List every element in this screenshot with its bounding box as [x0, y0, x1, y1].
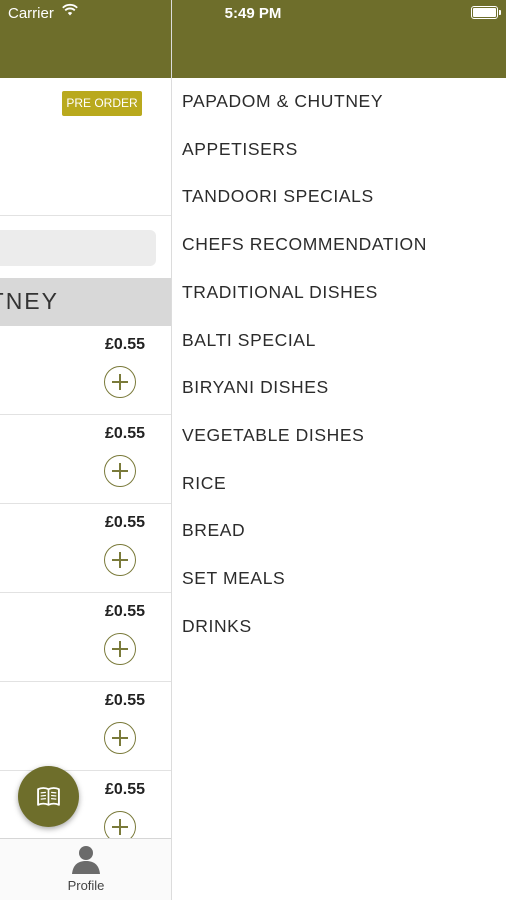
category-title: PAPADOM & CHUTNEY	[0, 288, 59, 314]
tab-bar: Profile	[0, 838, 171, 900]
drawer-item-vegetable-dishes[interactable]: VEGETABLE DISHES	[182, 423, 364, 447]
drawer-item-set-meals[interactable]: SET MEALS	[182, 566, 285, 590]
drawer-item-tandoori-specials[interactable]: TANDOORI SPECIALS	[182, 184, 374, 208]
section-divider	[0, 215, 171, 216]
tab-profile-label: Profile	[67, 878, 105, 893]
pre-order-badge[interactable]: PRE ORDER	[62, 91, 142, 116]
menu-item-row: £0.55	[0, 682, 171, 771]
drawer-item-drinks[interactable]: DRINKS	[182, 614, 252, 638]
drawer-item-bread[interactable]: BREAD	[182, 518, 245, 542]
drawer-item-balti-special[interactable]: BALTI SPECIAL	[182, 328, 316, 352]
drawer-item-rice[interactable]: RICE	[182, 471, 226, 495]
drawer-item-biryani-dishes[interactable]: BIRYANI DISHES	[182, 375, 329, 399]
menu-item-row: £0.55	[0, 415, 171, 504]
search-input[interactable]	[0, 230, 156, 266]
person-icon	[72, 846, 100, 874]
item-price: £0.55	[104, 692, 145, 709]
status-bar: Carrier 5:49 PM	[0, 0, 506, 26]
battery-icon	[471, 6, 501, 19]
add-circle-icon[interactable]	[104, 455, 136, 487]
menu-item-row: £0.55	[0, 593, 171, 682]
header-bar: Carrier 5:49 PM	[0, 0, 506, 78]
drawer-item-appetisers[interactable]: APPETISERS	[182, 137, 298, 161]
drawer-item-traditional-dishes[interactable]: TRADITIONAL DISHES	[182, 280, 378, 304]
category-header: PAPADOM & CHUTNEY	[0, 278, 171, 326]
category-drawer: PAPADOM & CHUTNEY APPETISERS TANDOORI SP…	[172, 78, 506, 900]
drawer-item-papadom-chutney[interactable]: PAPADOM & CHUTNEY	[182, 89, 383, 113]
add-circle-icon[interactable]	[104, 544, 136, 576]
book-icon	[37, 787, 60, 806]
drawer-item-chefs-recommendation[interactable]: CHEFS RECOMMENDATION	[182, 232, 427, 256]
item-price: £0.55	[104, 336, 145, 353]
menu-screen: PRE ORDER PAPADOM & CHUTNEY £0.55 £0.55 …	[0, 78, 171, 900]
add-circle-icon[interactable]	[104, 722, 136, 754]
clock-time: 5:49 PM	[224, 5, 282, 22]
menu-book-button[interactable]	[18, 766, 79, 827]
item-price: £0.55	[104, 603, 145, 620]
item-price: £0.55	[104, 425, 145, 442]
item-price: £0.55	[104, 781, 145, 798]
tab-profile[interactable]: Profile	[44, 839, 128, 900]
add-circle-icon[interactable]	[104, 633, 136, 665]
menu-item-row: £0.55	[0, 326, 171, 415]
menu-item-row: £0.55	[0, 504, 171, 593]
add-circle-icon[interactable]	[104, 366, 136, 398]
item-price: £0.55	[104, 514, 145, 531]
